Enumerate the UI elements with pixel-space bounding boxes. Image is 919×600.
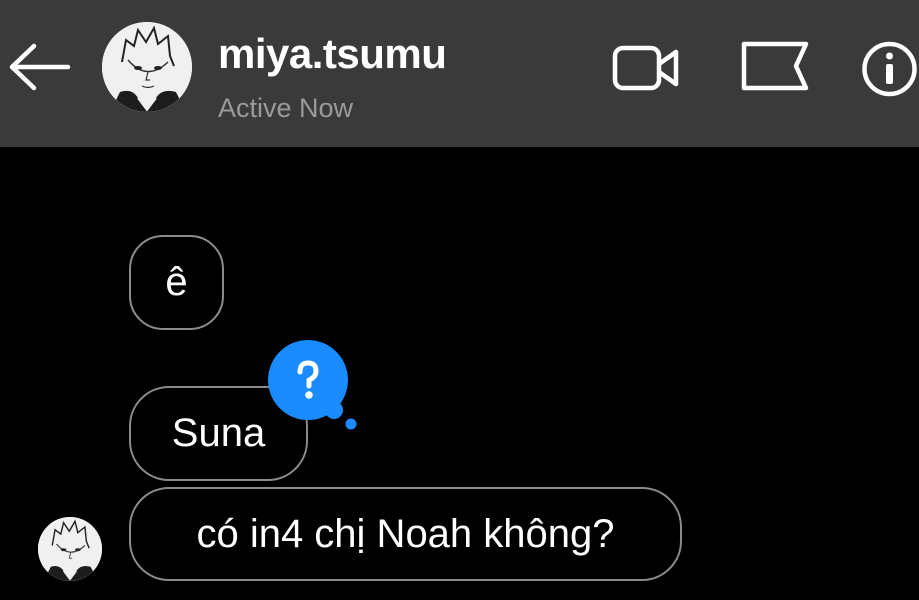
message-text: có in4 chị Noah không? [196, 511, 615, 556]
chat-username[interactable]: miya.tsumu [218, 30, 447, 78]
info-icon[interactable] [860, 40, 919, 98]
message-bubble[interactable]: có in4 chị Noah không? [129, 487, 682, 581]
message-text: ê [165, 260, 188, 304]
back-arrow-icon[interactable] [4, 40, 74, 94]
message-bubble[interactable]: ê [129, 235, 224, 330]
sender-avatar[interactable] [38, 517, 102, 581]
manga-portrait-image [102, 22, 192, 112]
chat-header: miya.tsumu Active Now [0, 0, 919, 147]
question-reaction-icon[interactable] [268, 340, 360, 432]
manga-portrait-image [38, 517, 102, 581]
video-call-icon[interactable] [612, 42, 680, 94]
active-status-text: Active Now [218, 93, 354, 123]
message-text: Suna [171, 411, 266, 455]
flag-icon[interactable] [740, 40, 810, 92]
profile-avatar[interactable] [102, 22, 192, 112]
